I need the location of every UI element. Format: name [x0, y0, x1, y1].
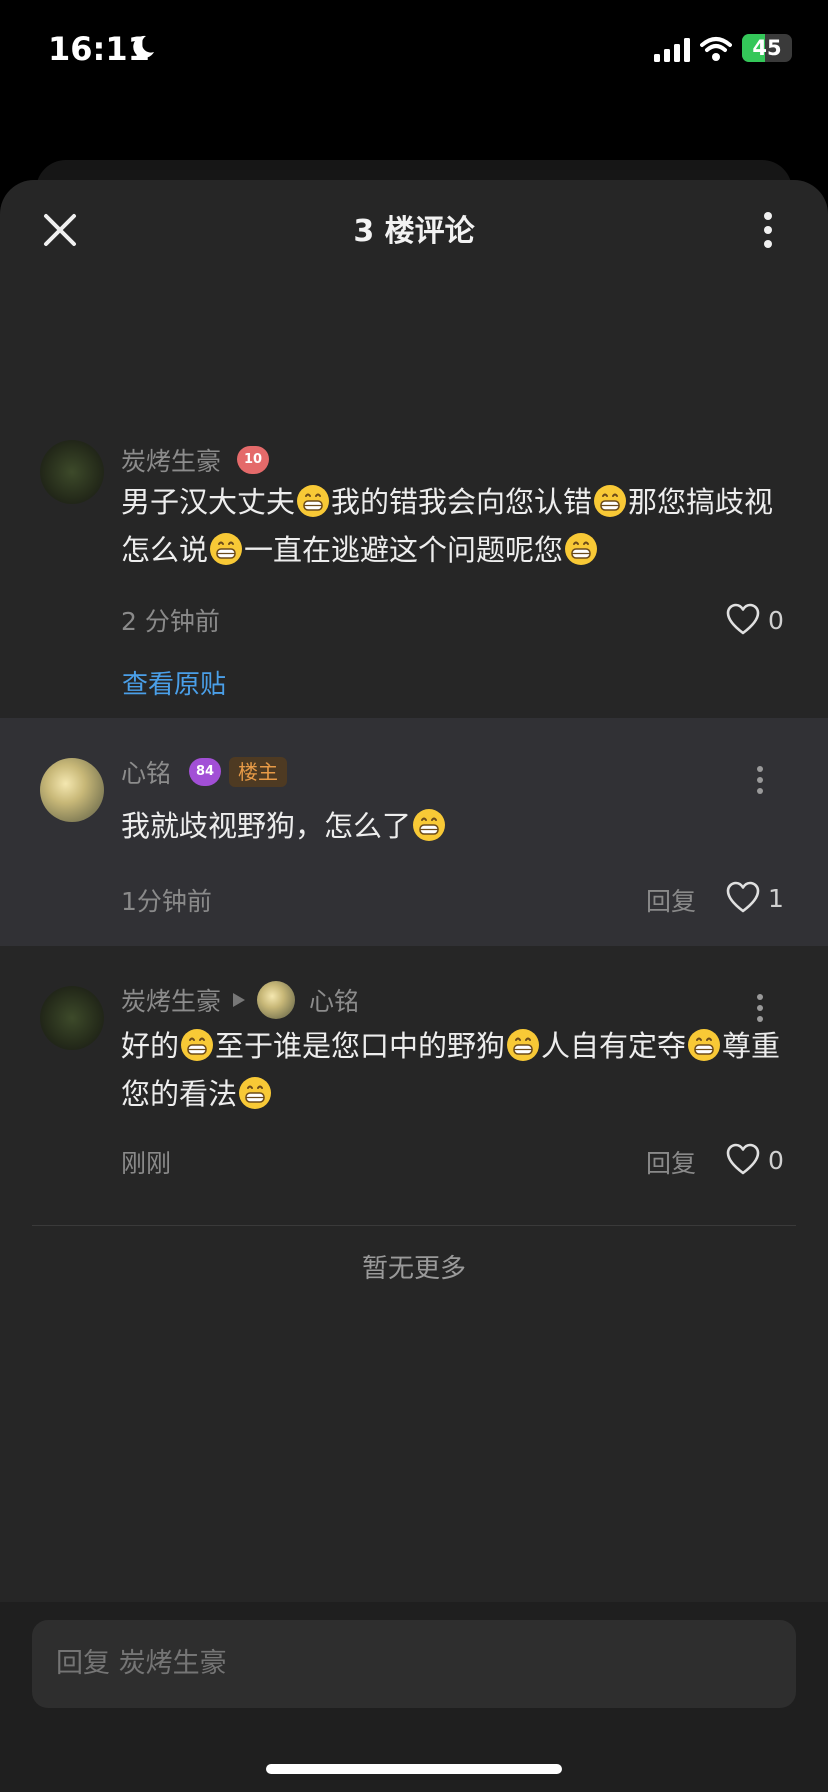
avatar[interactable] [40, 986, 104, 1050]
comment-item: 心铭 84 楼主 我就歧视野狗，怎么了 1分钟前 回复 1 [0, 718, 828, 946]
grinning-face-emoji-icon [297, 485, 330, 517]
reply-arrow-icon [233, 993, 246, 1007]
avatar[interactable] [40, 758, 104, 822]
username[interactable]: 炭烤生豪 [121, 442, 221, 478]
comment-content: 男子汉大丈夫 我的错我会向您认错 那您搞歧视怎么说 一直在逃避这个问题呢您 [121, 478, 781, 574]
grinning-face-emoji-icon [239, 1077, 272, 1109]
moon-icon [133, 35, 154, 58]
user-row: 炭烤生豪 心铭 [121, 981, 359, 1019]
comment-content: 我就歧视野狗，怎么了 [121, 802, 781, 850]
comment-sheet: 3 楼评论 炭烤生豪 10 男子汉大丈夫 我的错我会向您认错 那您搞歧视怎么说 一直在… [0, 180, 828, 1792]
like-button[interactable]: 0 [726, 1140, 784, 1180]
more-vertical-icon[interactable] [756, 765, 764, 795]
heart-outline-icon [726, 603, 760, 635]
host-badge: 楼主 [229, 757, 288, 787]
level-badge: 84 [189, 758, 222, 786]
grinning-face-emoji-icon [688, 1029, 721, 1061]
like-count: 0 [768, 1145, 784, 1175]
user-row: 心铭 84 楼主 [121, 754, 288, 790]
like-button[interactable]: 1 [726, 878, 784, 918]
wifi-icon [700, 37, 732, 61]
no-more-text: 暂无更多 [361, 1254, 466, 1284]
battery-indicator: 45 [742, 34, 792, 62]
status-bar: 16:11 45 [0, 0, 828, 100]
sheet-header: 3 楼评论 [0, 180, 828, 280]
view-original-post-link[interactable]: 查看原贴 [122, 664, 226, 701]
like-count: 1 [768, 883, 784, 913]
reply-button[interactable]: 回复 [646, 1144, 696, 1180]
signal-icon [654, 38, 690, 62]
comment-content: 好的 至于谁是您口中的野狗 人自有定夺 尊重您的看法 [121, 1022, 801, 1118]
content-text: 男子汉大丈夫 [121, 485, 296, 519]
grinning-face-emoji-icon [181, 1029, 214, 1061]
heart-outline-icon [726, 881, 760, 913]
more-vertical-icon[interactable] [758, 210, 778, 250]
heart-outline-icon [726, 1143, 760, 1175]
content-text: 人自有定夺 [541, 1029, 687, 1063]
comment-time: 1分钟前 [121, 887, 212, 916]
grinning-face-emoji-icon [565, 533, 598, 565]
comment-time: 刚刚 [121, 1149, 172, 1178]
reply-to-username[interactable]: 心铭 [309, 982, 359, 1018]
username[interactable]: 炭烤生豪 [121, 982, 221, 1018]
avatar[interactable] [40, 440, 104, 504]
content-text: 我的错我会向您认错 [331, 485, 593, 519]
grinning-face-emoji-icon [507, 1029, 540, 1061]
battery-percent: 45 [752, 36, 782, 60]
more-vertical-icon[interactable] [756, 993, 764, 1023]
comment-item: 炭烤生豪 心铭 好的 至于谁是您口中的野狗 人自有定夺 尊重您的看法 刚刚 回复 0 [0, 946, 828, 1226]
like-count: 0 [768, 605, 784, 635]
content-text: 至于谁是您口中的野狗 [215, 1029, 506, 1063]
content-text: 好的 [121, 1029, 180, 1063]
list-footer: 暂无更多 [0, 1226, 828, 1346]
grinning-face-emoji-icon [594, 485, 627, 517]
user-row: 炭烤生豪 10 [121, 442, 270, 478]
page-title: 3 楼评论 [353, 214, 475, 249]
reply-button[interactable]: 回复 [646, 882, 696, 918]
grinning-face-emoji-icon [210, 533, 243, 565]
grinning-face-emoji-icon [413, 809, 446, 841]
like-button[interactable]: 0 [726, 600, 784, 640]
content-text: 我就歧视野狗，怎么了 [121, 809, 412, 843]
home-indicator[interactable] [266, 1764, 562, 1774]
comment-item: 炭烤生豪 10 男子汉大丈夫 我的错我会向您认错 那您搞歧视怎么说 一直在逃避这个问题… [0, 280, 828, 718]
content-text: 一直在逃避这个问题呢您 [244, 533, 564, 567]
level-badge: 10 [237, 446, 270, 474]
reply-to-avatar[interactable] [257, 981, 296, 1019]
comment-time: 2 分钟前 [121, 607, 220, 636]
username[interactable]: 心铭 [121, 754, 171, 790]
reply-input[interactable] [32, 1620, 796, 1708]
